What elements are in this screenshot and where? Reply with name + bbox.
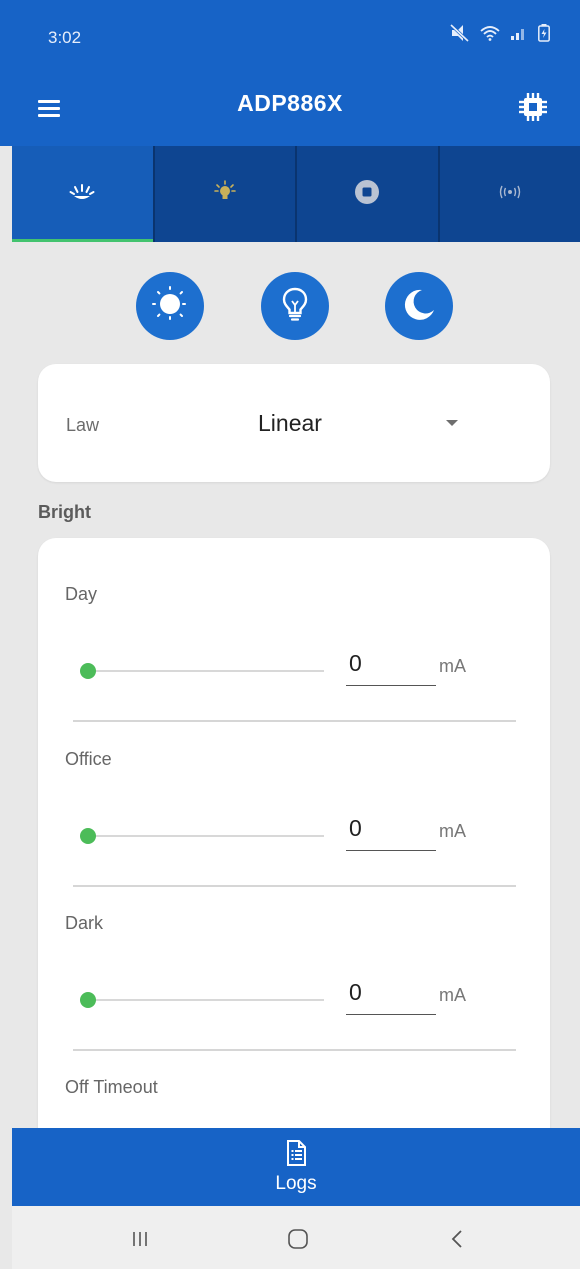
day-value-input[interactable]: 0 (346, 648, 436, 686)
chevron-down-icon[interactable] (446, 420, 458, 426)
sun-icon (150, 284, 190, 329)
wifi-icon (480, 25, 500, 46)
system-nav-bar (12, 1206, 580, 1269)
divider (73, 720, 516, 722)
row-label: Day (65, 584, 98, 604)
tab-bulb[interactable] (154, 146, 297, 242)
logs-button[interactable]: Logs (12, 1128, 580, 1206)
section-title-bright: Bright (38, 502, 91, 522)
status-icons (449, 23, 550, 47)
day-slider[interactable] (80, 661, 324, 681)
dark-value-input[interactable]: 0 (346, 977, 436, 1015)
document-list-icon (285, 1139, 307, 1171)
day-mode-button[interactable] (136, 272, 204, 340)
tab-indicator (12, 239, 153, 242)
chip-icon[interactable] (516, 90, 550, 124)
tab-bar (12, 146, 580, 242)
mode-buttons (0, 272, 580, 340)
bulb-small-icon (213, 179, 237, 209)
slider-track (80, 999, 324, 1001)
office-slider[interactable] (80, 826, 324, 846)
battery-icon (538, 24, 550, 47)
slider-thumb[interactable] (80, 992, 96, 1008)
unit-label: mA (439, 985, 466, 1005)
divider (73, 1049, 516, 1051)
row-label: Dark (65, 913, 104, 933)
off-timeout-label: Off Timeout (65, 1077, 158, 1097)
app-title: ADP886X (237, 90, 343, 116)
signal-icon (510, 25, 528, 46)
slider-track (80, 670, 324, 672)
night-mode-button[interactable] (385, 272, 453, 340)
tab-stop[interactable] (297, 146, 440, 242)
office-mode-button[interactable] (261, 272, 329, 340)
divider (73, 885, 516, 887)
bright-card: Day 0 mA Office 0 mA Dark 0 mA Off Timeo… (38, 538, 550, 1158)
law-card: Law Linear (38, 364, 550, 482)
office-value-input[interactable]: 0 (346, 813, 436, 851)
mute-icon (449, 23, 470, 47)
bright-row-dark: Dark 0 mA (38, 913, 550, 1077)
slider-thumb[interactable] (80, 663, 96, 679)
row-label: Office (65, 749, 112, 769)
dark-slider[interactable] (80, 990, 324, 1010)
bright-row-office: Office 0 mA (38, 749, 550, 913)
bright-row-day: Day 0 mA (38, 584, 550, 748)
slider-track (80, 835, 324, 837)
broadcast-icon (499, 185, 521, 204)
light-rays-icon (69, 182, 95, 207)
moon-icon (399, 284, 439, 329)
slider-thumb[interactable] (80, 828, 96, 844)
unit-label: mA (439, 821, 466, 841)
home-icon[interactable] (283, 1224, 313, 1254)
logs-label: Logs (275, 1172, 317, 1194)
tab-broadcast[interactable] (439, 146, 580, 242)
status-time: 3:02 (48, 28, 82, 47)
back-icon[interactable] (443, 1224, 473, 1254)
recent-apps-icon[interactable] (125, 1224, 155, 1254)
stop-icon (354, 179, 380, 210)
status-bar: 3:02 (0, 0, 580, 68)
app-bar: ADP886X (0, 68, 580, 146)
law-select[interactable]: Linear (258, 410, 322, 437)
unit-label: mA (439, 656, 466, 676)
tab-lighting[interactable] (12, 146, 155, 242)
bulb-icon (280, 286, 310, 327)
law-label: Law (66, 415, 100, 435)
